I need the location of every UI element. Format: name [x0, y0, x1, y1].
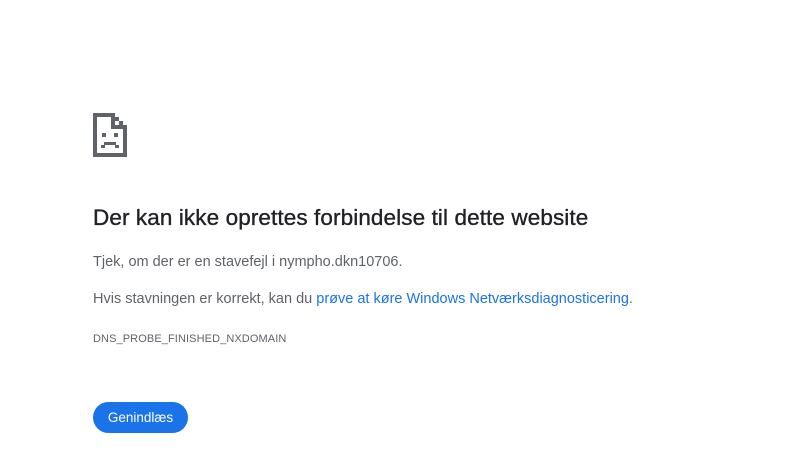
error-content: Der kan ikke oprettes forbindelse til de… [93, 113, 773, 433]
sad-page-icon [93, 113, 129, 159]
network-diagnostics-link[interactable]: prøve at køre Windows Netværksdiagnostic… [316, 291, 629, 307]
diagnostics-hint: Hvis stavningen er korrekt, kan du prøve… [93, 291, 633, 307]
error-code: DNS_PROBE_FINISHED_NXDOMAIN [93, 333, 287, 345]
error-heading: Der kan ikke oprettes forbindelse til de… [93, 205, 589, 230]
diagnostics-hint-suffix: . [628, 291, 633, 307]
diagnostics-hint-prefix: Hvis stavningen er korrekt, kan du [93, 291, 317, 307]
reload-button[interactable]: Genindlæs [93, 402, 188, 433]
spelling-hint: Tjek, om der er en stavefejl i nympho.dk… [93, 254, 403, 270]
